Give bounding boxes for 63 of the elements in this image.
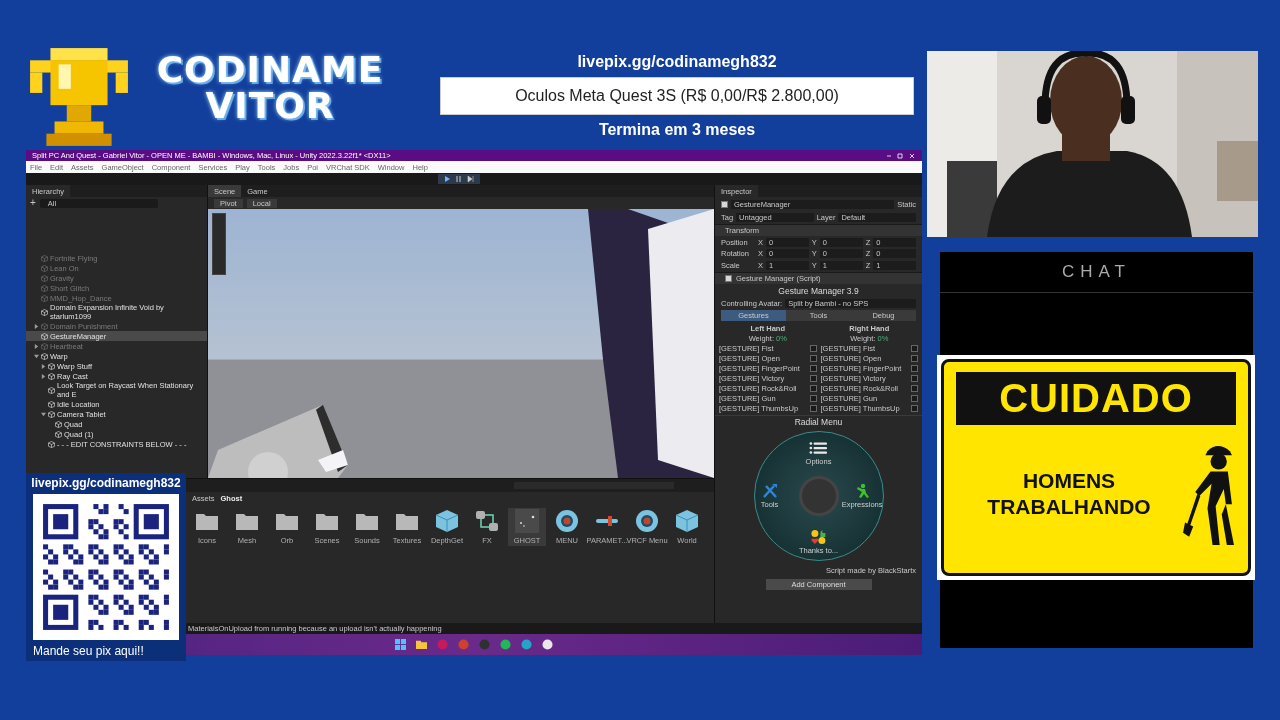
active-checkbox[interactable] [721, 201, 728, 208]
gesture-checkbox[interactable] [809, 364, 817, 372]
app-icon[interactable] [542, 639, 553, 650]
gesture-checkbox[interactable] [809, 354, 817, 362]
cube-icon [41, 322, 48, 330]
gesture-checkbox[interactable] [911, 364, 918, 372]
cube-icon [48, 372, 55, 380]
cube-icon [675, 509, 699, 533]
gesture-checkbox[interactable] [911, 344, 918, 352]
gesture-checkbox[interactable] [809, 374, 817, 382]
cube-icon [55, 430, 62, 438]
cube-icon [55, 420, 62, 428]
cube-icon [41, 332, 48, 340]
add-icon[interactable]: + [30, 198, 36, 208]
cube-icon [41, 308, 48, 316]
windows-logo-icon[interactable] [395, 639, 406, 650]
nodes-icon [475, 509, 499, 533]
cube-icon [435, 509, 459, 533]
cube-icon [48, 410, 55, 418]
cube-icon [41, 264, 48, 272]
collapsed-arrow-icon[interactable] [41, 373, 46, 379]
cube-icon [48, 362, 55, 370]
chat-title: CHAT [1062, 262, 1131, 282]
donation-caption: Mande seu pix aqui!! [32, 644, 144, 658]
gesture-checkbox[interactable] [809, 384, 817, 392]
cube-icon [41, 254, 48, 262]
goal-title: Oculos Meta Quest 3S (R$ 0,00/R$ 2.800,00) [515, 87, 839, 105]
gesture-checkbox[interactable] [809, 344, 817, 352]
disc-icon [555, 509, 579, 533]
gesture-checkbox[interactable] [911, 354, 918, 362]
gesture-checkbox[interactable] [911, 404, 918, 412]
cube-icon [48, 440, 55, 448]
cube-icon [48, 400, 55, 408]
cube-icon [41, 294, 48, 302]
cube-icon [41, 342, 48, 350]
expanded-arrow-icon[interactable] [41, 411, 46, 417]
channel-logo-text: CODINAME VITOR [155, 52, 385, 124]
gesture-checkbox[interactable] [809, 394, 817, 402]
cube-icon [48, 386, 55, 394]
gesture-checkbox[interactable] [911, 374, 918, 382]
cube-icon [41, 352, 48, 360]
folder-icon[interactable] [416, 639, 427, 650]
goal-deadline: Termina em 3 meses [598, 121, 756, 139]
emoji-icon [809, 528, 828, 545]
radial-menu-title: Radial Menu [715, 415, 922, 428]
list-icon [809, 439, 828, 456]
window-controls-icon[interactable] [886, 152, 916, 159]
gesture-checkbox[interactable] [911, 384, 918, 392]
collapsed-arrow-icon[interactable] [41, 363, 46, 369]
tools-icon [760, 482, 779, 499]
enabled-checkbox[interactable] [725, 274, 732, 282]
gesture-checkbox[interactable] [911, 394, 918, 402]
disc-icon [635, 509, 659, 533]
particles-icon [515, 509, 539, 533]
cube-icon [41, 274, 48, 282]
gesture-checkbox[interactable] [809, 404, 817, 412]
sign-text: HOMENS TRABALHANDO [986, 468, 1152, 520]
app-icon[interactable] [500, 639, 511, 650]
sign-heading: CUIDADO [956, 372, 1236, 425]
expanded-arrow-icon[interactable] [34, 353, 39, 359]
script-heading: Gesture Manager 3.9 [777, 285, 860, 297]
cube-icon [41, 284, 48, 292]
app-icon[interactable] [521, 639, 532, 650]
